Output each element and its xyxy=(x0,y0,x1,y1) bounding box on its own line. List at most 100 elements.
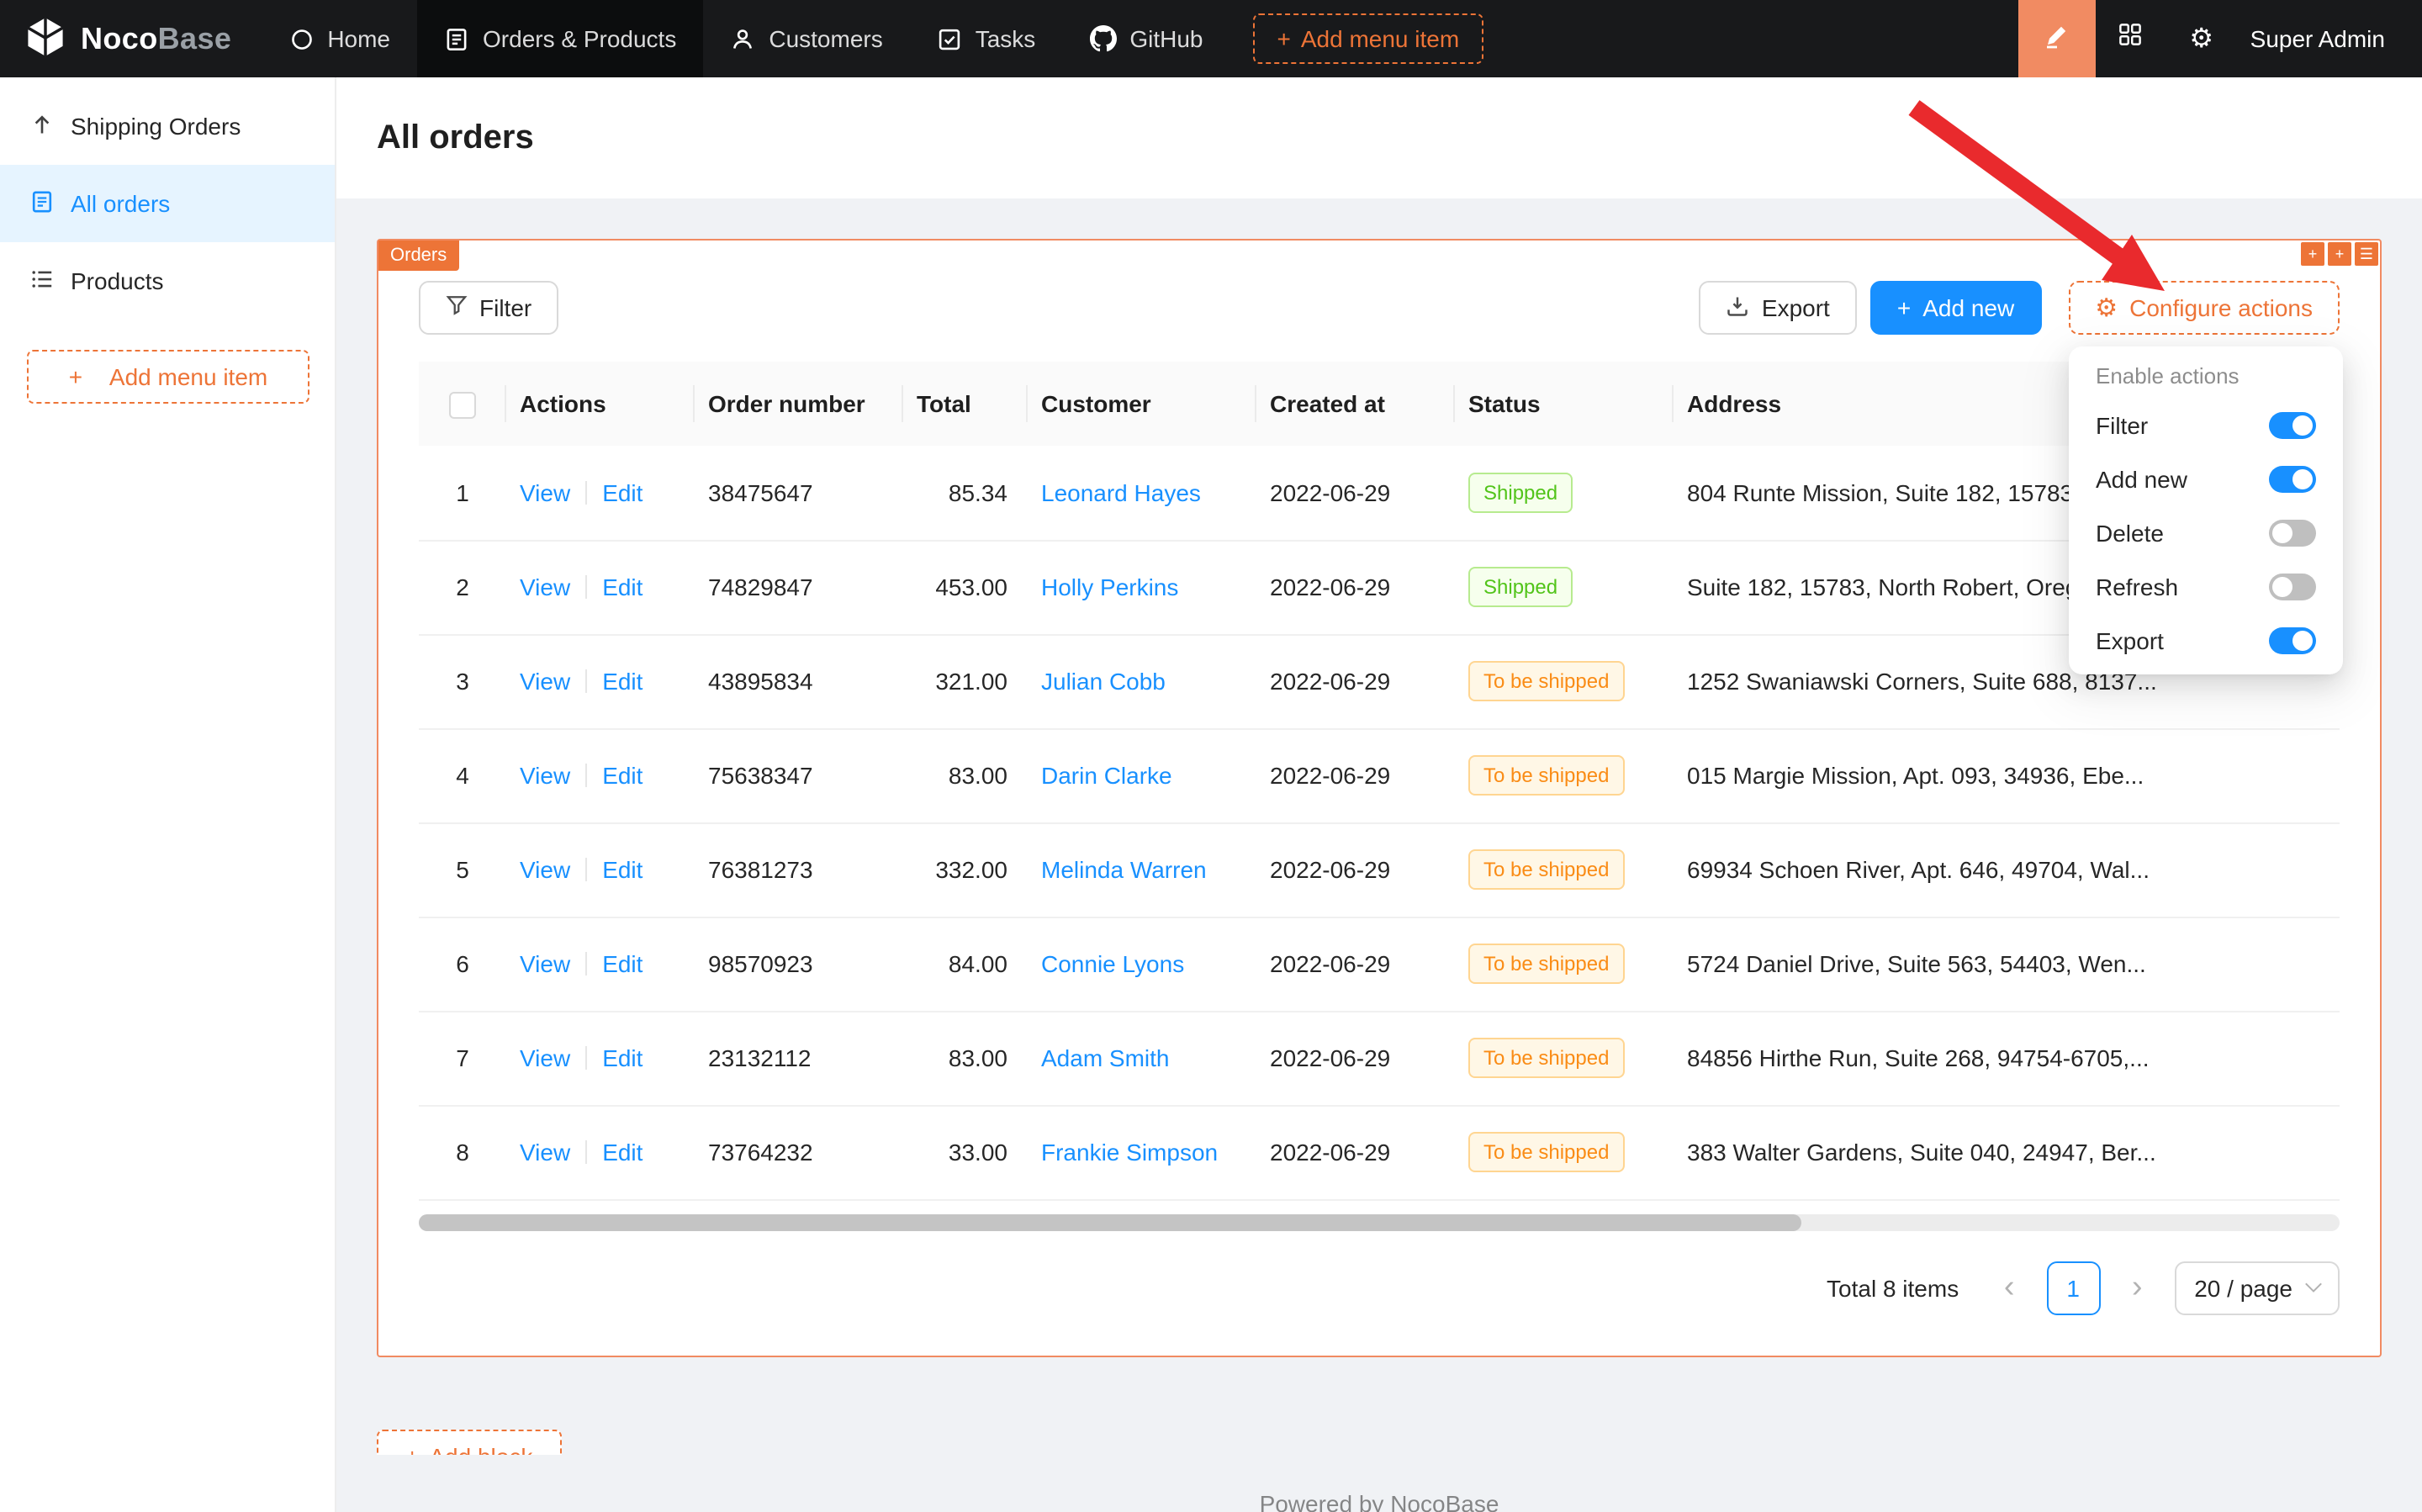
filter-toggle[interactable] xyxy=(2269,412,2316,439)
customer-link[interactable]: Holly Perkins xyxy=(1041,574,1178,600)
drag-icon[interactable]: + xyxy=(2301,242,2324,266)
status-badge: To be shipped xyxy=(1468,1132,1624,1172)
plus-icon: + xyxy=(405,1442,419,1454)
plugins-button[interactable] xyxy=(2096,0,2166,77)
menu-icon[interactable]: ☰ xyxy=(2355,242,2378,266)
pagination: Total 8 items ‹ 1 › 20 / page xyxy=(419,1261,2340,1314)
edit-link[interactable]: Edit xyxy=(602,762,643,789)
view-link[interactable]: View xyxy=(520,574,570,600)
divider xyxy=(585,1140,587,1164)
dropdown-header: Enable actions xyxy=(2076,353,2336,399)
customer-link[interactable]: Frankie Simpson xyxy=(1041,1139,1218,1166)
total-cell: 321.00 xyxy=(903,634,1028,728)
table-row: 6 ViewEdit 98570923 84.00 Connie Lyons 2… xyxy=(419,917,2340,1011)
nav-item-home[interactable]: Home xyxy=(262,0,417,77)
view-link[interactable]: View xyxy=(520,950,570,977)
sidebar-item-all-orders[interactable]: All orders xyxy=(0,165,335,242)
page-size-select[interactable]: 20 / page xyxy=(2174,1261,2340,1314)
customer-link[interactable]: Adam Smith xyxy=(1041,1044,1170,1071)
list-icon xyxy=(30,267,54,295)
page-size-value: 20 / page xyxy=(2194,1274,2292,1301)
edit-link[interactable]: Edit xyxy=(602,574,643,600)
dropdown-item-refresh[interactable]: Refresh xyxy=(2076,560,2336,614)
created-at-cell: 2022-06-29 xyxy=(1256,917,1455,1011)
dropdown-item-filter[interactable]: Filter xyxy=(2076,399,2336,452)
export-button[interactable]: Export xyxy=(1700,281,1857,335)
view-link[interactable]: View xyxy=(520,856,570,883)
filter-label: Filter xyxy=(479,294,531,321)
customer-link[interactable]: Julian Cobb xyxy=(1041,668,1166,695)
divider xyxy=(585,952,587,975)
customer-link[interactable]: Melinda Warren xyxy=(1041,856,1207,883)
status-badge: To be shipped xyxy=(1468,849,1624,890)
edit-link[interactable]: Edit xyxy=(602,1139,643,1166)
delete-toggle[interactable] xyxy=(2269,520,2316,547)
dropdown-item-delete[interactable]: Delete xyxy=(2076,506,2336,560)
dropdown-item-add-new[interactable]: Add new xyxy=(2076,452,2336,506)
divider xyxy=(585,858,587,881)
prev-page-button[interactable]: ‹ xyxy=(1986,1261,2033,1314)
row-actions: View Edit xyxy=(506,634,695,728)
plus-icon: + xyxy=(1897,294,1911,321)
add-new-toggle[interactable] xyxy=(2269,466,2316,493)
row-index: 2 xyxy=(419,540,506,634)
order-number-cell: 74829847 xyxy=(695,540,903,634)
add-icon[interactable]: + xyxy=(2328,242,2351,266)
add-menu-item-button-navbar[interactable]: + Add menu item xyxy=(1253,13,1483,64)
top-navbar: NocoBase Home Orders & Products Customer… xyxy=(0,0,2422,77)
status-cell: Shipped xyxy=(1455,446,1674,540)
nav-item-tasks[interactable]: Tasks xyxy=(910,0,1063,77)
refresh-toggle[interactable] xyxy=(2269,574,2316,600)
view-link[interactable]: View xyxy=(520,668,570,695)
arrow-up-icon xyxy=(30,112,54,140)
column-header-order-number: Order number xyxy=(695,362,903,446)
row-actions: View Edit xyxy=(506,728,695,822)
navbar-right: ⚙ Super Admin xyxy=(2018,0,2422,77)
column-header-customer: Customer xyxy=(1028,362,1256,446)
user-menu[interactable]: Super Admin xyxy=(2250,25,2385,52)
toolbar-right: Export + Add new ⚙ Configure actions xyxy=(1700,281,2340,335)
nocobase-logo-icon xyxy=(24,14,67,63)
export-toggle[interactable] xyxy=(2269,627,2316,654)
home-icon xyxy=(288,26,314,51)
view-link[interactable]: View xyxy=(520,479,570,506)
sidebar-item-label: Shipping Orders xyxy=(71,113,241,140)
nav-item-customers[interactable]: Customers xyxy=(703,0,909,77)
row-index: 4 xyxy=(419,728,506,822)
edit-link[interactable]: Edit xyxy=(602,479,643,506)
status-cell: To be shipped xyxy=(1455,634,1674,728)
view-link[interactable]: View xyxy=(520,1139,570,1166)
edit-link[interactable]: Edit xyxy=(602,950,643,977)
page-number-button[interactable]: 1 xyxy=(2046,1261,2100,1314)
add-block-label: Add block xyxy=(429,1442,532,1454)
add-new-button[interactable]: + Add new xyxy=(1870,281,2041,335)
customer-link[interactable]: Darin Clarke xyxy=(1041,762,1172,789)
add-menu-item-label: Add menu item xyxy=(109,363,267,390)
customer-link[interactable]: Leonard Hayes xyxy=(1041,479,1201,506)
edit-link[interactable]: Edit xyxy=(602,668,643,695)
view-link[interactable]: View xyxy=(520,762,570,789)
status-cell: To be shipped xyxy=(1455,1011,1674,1105)
dropdown-item-export[interactable]: Export xyxy=(2076,614,2336,668)
settings-button[interactable]: ⚙ xyxy=(2166,0,2237,77)
filter-button[interactable]: Filter xyxy=(419,281,558,335)
nav-item-orders-products[interactable]: Orders & Products xyxy=(417,0,703,77)
logo[interactable]: NocoBase xyxy=(0,14,262,63)
column-header-total: Total xyxy=(903,362,1028,446)
edit-link[interactable]: Edit xyxy=(602,1044,643,1071)
add-menu-item-button-sidebar[interactable]: + Add menu item xyxy=(27,350,309,404)
sidebar-item-shipping-orders[interactable]: Shipping Orders xyxy=(0,87,335,165)
ui-editor-button[interactable] xyxy=(2018,0,2096,77)
configure-actions-button[interactable]: ⚙ Configure actions xyxy=(2068,281,2340,335)
view-link[interactable]: View xyxy=(520,1044,570,1071)
select-all-checkbox[interactable] xyxy=(449,391,476,418)
nav-item-github[interactable]: GitHub xyxy=(1062,0,1230,77)
add-block-button[interactable]: + Add block xyxy=(377,1429,561,1454)
add-block-clip: + Add block xyxy=(377,1429,595,1454)
edit-link[interactable]: Edit xyxy=(602,856,643,883)
next-page-button[interactable]: › xyxy=(2113,1261,2160,1314)
sidebar-item-products[interactable]: Products xyxy=(0,242,335,320)
customer-link[interactable]: Connie Lyons xyxy=(1041,950,1184,977)
scrollbar-thumb[interactable] xyxy=(419,1213,1801,1230)
total-cell: 453.00 xyxy=(903,540,1028,634)
